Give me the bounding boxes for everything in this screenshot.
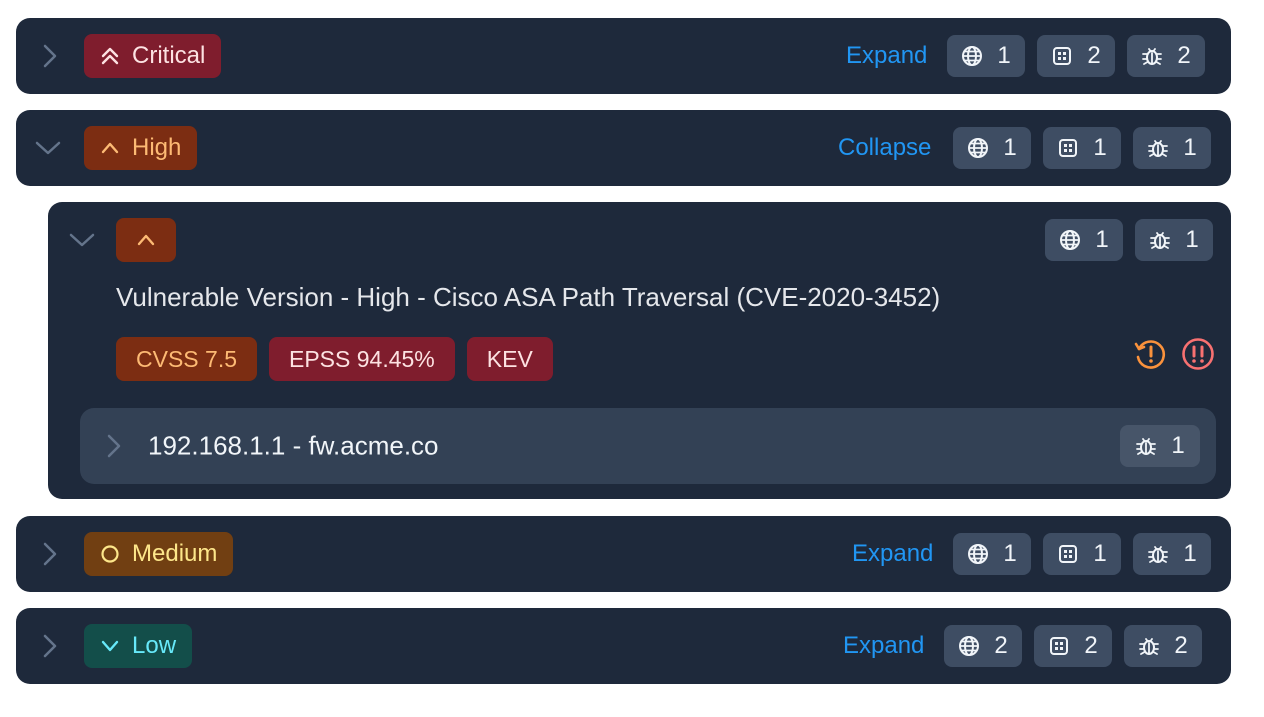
component-count-chip[interactable]: 1 — [1043, 127, 1121, 169]
component-count-chip[interactable]: 2 — [1034, 625, 1112, 667]
severity-label: Medium — [132, 540, 218, 567]
severity-label: Critical — [132, 42, 206, 69]
vuln-count: 2 — [1174, 632, 1188, 659]
bug-icon — [1147, 137, 1169, 159]
asset-count: 1 — [1095, 226, 1109, 253]
collapse-button[interactable]: Collapse — [838, 134, 931, 162]
finding-title[interactable]: Vulnerable Version - High - Cisco ASA Pa… — [116, 282, 940, 313]
vuln-count-chip[interactable]: 1 — [1133, 127, 1211, 169]
component-count: 2 — [1087, 42, 1101, 69]
chevron-right-icon[interactable] — [100, 432, 128, 460]
chevron-up-icon — [98, 136, 122, 160]
component-count-chip[interactable]: 1 — [1043, 533, 1121, 575]
bug-icon — [1138, 635, 1160, 657]
circle-icon — [98, 542, 122, 566]
host-label: 192.168.1.1 - fw.acme.co — [148, 430, 439, 461]
chevron-down-icon[interactable] — [68, 226, 96, 254]
expand-button[interactable]: Expand — [843, 632, 924, 660]
vuln-count: 1 — [1183, 134, 1197, 161]
chevron-right-icon[interactable] — [36, 540, 64, 568]
asset-count-chip[interactable]: 1 — [953, 127, 1031, 169]
vuln-count-chip[interactable]: 2 — [1124, 625, 1202, 667]
asset-count: 1 — [997, 42, 1011, 69]
double-chevron-up-icon — [98, 44, 122, 68]
history-warning-icon[interactable] — [1133, 337, 1167, 371]
vuln-count-chip[interactable]: 1 — [1133, 533, 1211, 575]
globe-icon — [1059, 229, 1081, 251]
expand-button[interactable]: Expand — [852, 540, 933, 568]
component-count: 1 — [1093, 134, 1107, 161]
component-count: 1 — [1093, 540, 1107, 567]
severity-label: High — [132, 134, 182, 161]
bug-icon — [1147, 543, 1169, 565]
asset-count: 1 — [1003, 134, 1017, 161]
host-row[interactable]: 192.168.1.1 - fw.acme.co 1 — [80, 408, 1216, 484]
severity-badge-medium: Medium — [84, 532, 234, 576]
chevron-down-icon[interactable] — [34, 134, 62, 162]
vuln-count-chip[interactable]: 1 — [1135, 219, 1213, 261]
component-count-chip[interactable]: 2 — [1037, 35, 1115, 77]
chevron-up-icon — [134, 228, 158, 252]
severity-badge-high: High — [84, 126, 198, 170]
globe-icon — [958, 635, 980, 657]
globe-icon — [967, 543, 989, 565]
asset-count: 2 — [994, 632, 1008, 659]
chevron-right-icon[interactable] — [36, 632, 64, 660]
vuln-count: 1 — [1183, 540, 1197, 567]
vuln-count: 1 — [1185, 226, 1199, 253]
vuln-count: 2 — [1177, 42, 1191, 69]
chevron-down-icon — [98, 634, 122, 658]
asset-count-chip[interactable]: 1 — [1045, 219, 1123, 261]
severity-badge-critical: Critical — [84, 34, 222, 78]
component-grid-icon — [1057, 137, 1079, 159]
chevron-right-icon[interactable] — [36, 42, 64, 70]
exclamation-alert-icon[interactable] — [1181, 337, 1215, 371]
asset-count-chip[interactable]: 1 — [953, 533, 1031, 575]
severity-group-low[interactable]: Low Expand 2 2 2 — [16, 608, 1231, 684]
epss-tag: EPSS 94.45% — [269, 337, 455, 381]
vuln-count: 1 — [1171, 432, 1185, 459]
severity-group-critical[interactable]: Critical Expand 1 2 2 — [16, 18, 1231, 94]
globe-icon — [967, 137, 989, 159]
kev-tag: KEV — [466, 337, 553, 381]
cvss-tag: CVSS 7.5 — [116, 337, 257, 381]
component-count: 2 — [1084, 632, 1098, 659]
component-grid-icon — [1057, 543, 1079, 565]
vuln-count-chip[interactable]: 1 — [1120, 425, 1200, 467]
component-grid-icon — [1048, 635, 1070, 657]
severity-badge-high — [116, 218, 176, 262]
bug-icon — [1141, 45, 1163, 67]
globe-icon — [961, 45, 983, 67]
bug-icon — [1149, 229, 1171, 251]
asset-count: 1 — [1003, 540, 1017, 567]
finding-card[interactable]: 1 1 Vulnerable Version - High - Cisco AS… — [48, 202, 1231, 499]
severity-badge-low: Low — [84, 624, 193, 668]
asset-count-chip[interactable]: 1 — [947, 35, 1025, 77]
severity-label: Low — [132, 632, 177, 659]
component-grid-icon — [1051, 45, 1073, 67]
vuln-count-chip[interactable]: 2 — [1127, 35, 1205, 77]
asset-count-chip[interactable]: 2 — [944, 625, 1022, 667]
severity-group-high[interactable]: High Collapse 1 1 1 — [16, 110, 1231, 186]
expand-button[interactable]: Expand — [846, 42, 927, 70]
bug-icon — [1135, 435, 1157, 457]
severity-group-medium[interactable]: Medium Expand 1 1 1 — [16, 516, 1231, 592]
